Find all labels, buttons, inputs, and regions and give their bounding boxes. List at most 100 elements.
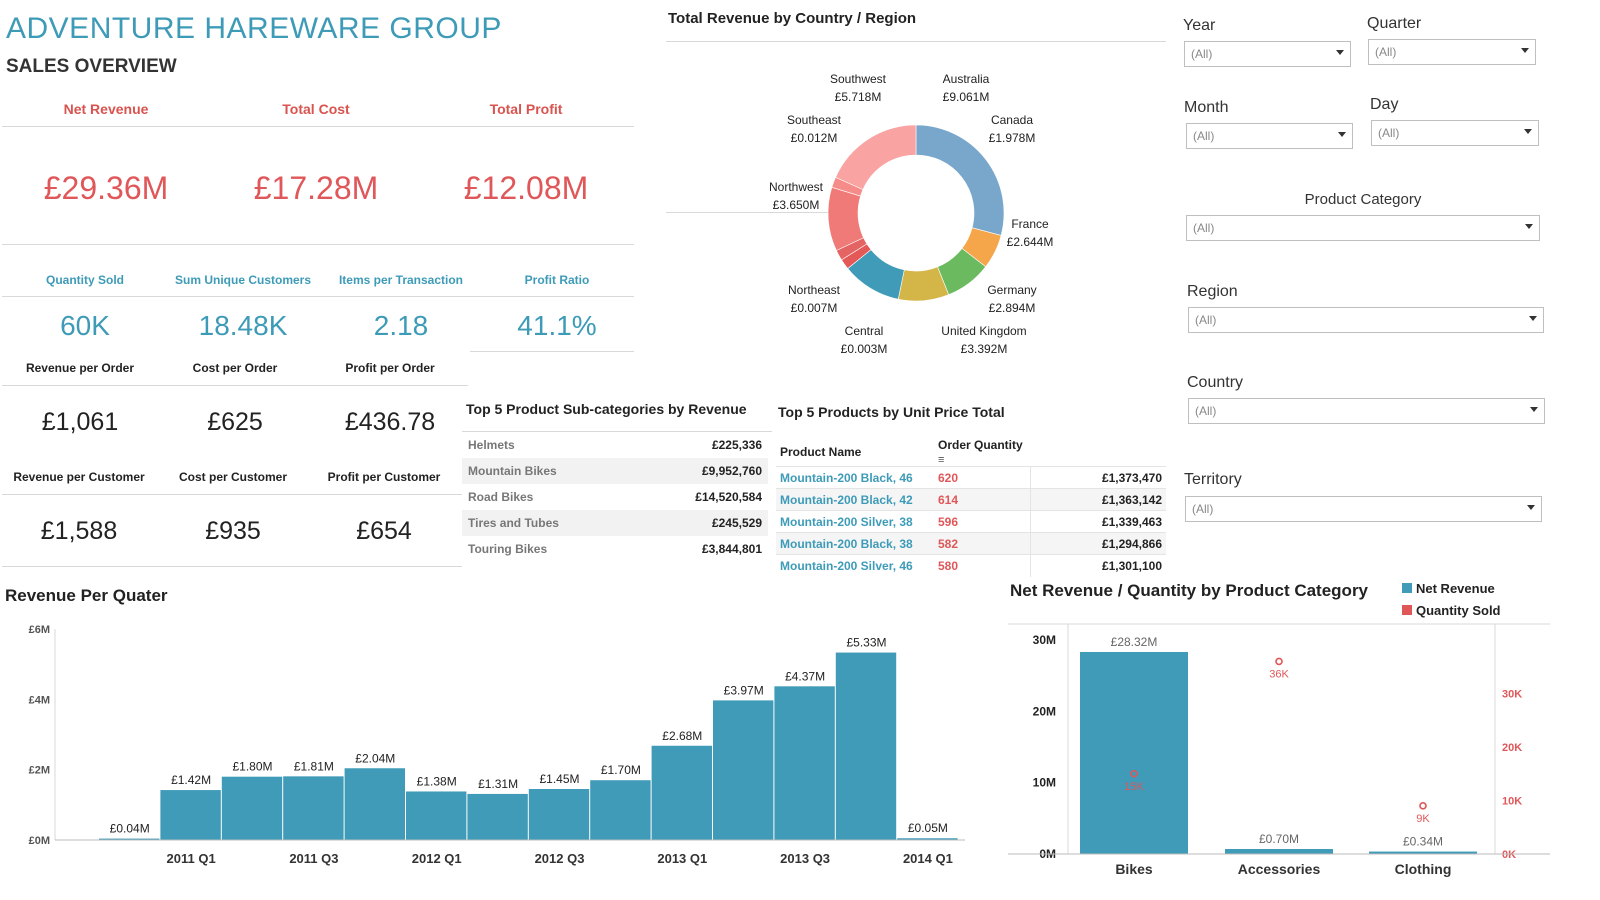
bar[interactable] — [835, 652, 897, 840]
bar[interactable] — [651, 745, 712, 840]
total-cost-value: £17.28M — [253, 170, 379, 206]
quarter-filter-label: Quarter — [1367, 15, 1422, 32]
revenue-per-order-value: £1,061 — [41, 408, 119, 436]
product-name-link[interactable]: Mountain-200 Black, 42 — [776, 488, 934, 511]
subcategory-revenue: £14,520,584 — [695, 490, 762, 504]
month-filter-select[interactable]: (All) — [1186, 123, 1353, 149]
x-tick-label: Bikes — [1115, 861, 1153, 877]
x-tick-label: 2011 Q3 — [289, 851, 338, 866]
region-filter-label: Region — [1187, 283, 1238, 300]
cost-per-customer-value: £935 — [205, 517, 261, 545]
divider — [2, 244, 634, 245]
chevron-down-icon[interactable] — [1521, 48, 1529, 53]
divider — [2, 126, 634, 127]
quantity-sold-value: 60K — [60, 310, 110, 341]
profit-per-order-value: £436.78 — [344, 408, 436, 436]
divider — [2, 385, 468, 386]
order-quantity: 582 — [934, 532, 1030, 555]
legend-swatch — [1402, 583, 1412, 593]
revenue-per-customer-label: Revenue per Customer — [13, 470, 145, 484]
country-filter-select[interactable]: (All) — [1188, 398, 1545, 424]
bar[interactable] — [774, 686, 835, 840]
chevron-down-icon[interactable] — [1524, 129, 1532, 134]
x-tick-label: 2011 Q1 — [167, 851, 216, 866]
territory-filter-label: Territory — [1184, 471, 1242, 488]
bar[interactable] — [221, 776, 283, 840]
products-table: Product Name Order Quantity ≡ Mountain-2… — [776, 438, 1166, 577]
table-row: Helmets £225,336 — [462, 432, 768, 458]
product-name-link[interactable]: Mountain-200 Black, 46 — [776, 466, 934, 489]
cost-per-order-label: Cost per Order — [192, 361, 278, 375]
y-left-tick-label: 10M — [1033, 776, 1056, 790]
region-filter-select[interactable]: (All) — [1188, 307, 1544, 333]
point[interactable] — [1419, 802, 1427, 810]
bar[interactable] — [590, 780, 651, 840]
category-chart-title: Net Revenue / Quantity by Product Catego… — [1010, 581, 1369, 600]
table-row: Tires and Tubes £245,529 — [462, 510, 768, 536]
order-quantity: 620 — [934, 466, 1030, 489]
bar[interactable] — [283, 776, 344, 840]
product-name-link[interactable]: Mountain-200 Black, 38 — [776, 532, 934, 555]
bar-data-label: £0.04M — [110, 822, 150, 836]
bar[interactable] — [467, 793, 528, 840]
bar[interactable] — [406, 791, 467, 840]
bar[interactable] — [528, 789, 590, 840]
subcategory-name: Tires and Tubes — [462, 510, 662, 536]
bar-data-label: £0.05M — [908, 821, 948, 835]
table-row: Mountain-200 Silver, 46 580 £1,301,100 — [776, 554, 1166, 577]
chevron-down-icon[interactable] — [1336, 50, 1344, 55]
bar-data-label: £2.04M — [355, 751, 395, 765]
quarter-filter-select[interactable]: (All) — [1368, 39, 1536, 65]
donut-label-northeast: Northeast £0.007M — [787, 283, 841, 315]
table-row: Mountain-200 Silver, 38 596 £1,339,463 — [776, 510, 1166, 533]
year-filter-select[interactable]: (All) — [1184, 41, 1351, 67]
x-tick-label: 2013 Q3 — [780, 851, 830, 866]
table-row: Mountain Bikes £9,952,760 — [462, 458, 768, 484]
product-category-filter-select[interactable]: (All) — [1186, 215, 1540, 241]
territory-filter-select[interactable]: (All) — [1185, 496, 1542, 522]
bar-data-label: £4.37M — [785, 669, 825, 683]
bar[interactable] — [713, 700, 774, 840]
col-header-order-quantity[interactable]: Order Quantity ≡ — [934, 438, 1030, 467]
donut-label-central: Central £0.003M — [840, 324, 888, 356]
product-category-filter-value: (All) — [1193, 221, 1215, 235]
chevron-down-icon[interactable] — [1529, 316, 1537, 321]
products-title: Top 5 Products by Unit Price Total — [778, 404, 1005, 420]
chevron-down-icon[interactable] — [1338, 132, 1346, 137]
order-quantity: 614 — [934, 488, 1030, 511]
product-name-link[interactable]: Mountain-200 Silver, 38 — [776, 510, 934, 533]
table-row: Road Bikes £14,520,584 — [462, 484, 768, 510]
chevron-down-icon[interactable] — [1530, 407, 1538, 412]
quantity-sold-label: Quantity Sold — [46, 273, 124, 287]
product-category-filter-label: Product Category — [1304, 191, 1422, 208]
day-filter-select[interactable]: (All) — [1371, 120, 1539, 146]
table-row: Mountain-200 Black, 38 582 £1,294,866 — [776, 532, 1166, 555]
bar[interactable] — [160, 790, 221, 840]
chevron-down-icon[interactable] — [1527, 505, 1535, 510]
divider — [470, 351, 634, 352]
total-profit-label: Total Profit — [489, 101, 563, 117]
day-filter-value: (All) — [1378, 126, 1400, 140]
legend-net-revenue-label: Net Revenue — [1416, 581, 1495, 596]
sort-icon[interactable]: ≡ — [938, 454, 944, 466]
bar[interactable] — [1225, 849, 1333, 854]
y-right-tick-label: 30K — [1502, 689, 1522, 701]
bar[interactable] — [1080, 651, 1188, 854]
col-header-product-name[interactable]: Product Name — [776, 438, 934, 467]
items-per-transaction-value: 2.18 — [373, 310, 429, 341]
chevron-down-icon[interactable] — [1525, 224, 1533, 229]
category-chart: 0M10M20M30M0K10K20K30K£28.32M15KBikes£0.… — [1008, 623, 1550, 877]
donut-label-australia: Australia £9.061M — [942, 72, 990, 104]
brand-title: ADVENTURE HAREWARE GROUP — [6, 12, 502, 45]
x-tick-label: Accessories — [1238, 861, 1321, 877]
bar[interactable] — [344, 768, 405, 840]
product-name-link[interactable]: Mountain-200 Silver, 46 — [776, 554, 934, 577]
revenue-per-quarter-chart: £0M £2M £4M £6M £0.04M £1.42M £1.80M £1.81M £2.0… — [29, 624, 965, 866]
table-row: Mountain-200 Black, 42 614 £1,363,142 — [776, 488, 1166, 511]
profit-ratio-value: 41.1% — [517, 310, 597, 341]
point[interactable] — [1275, 657, 1283, 666]
point-data-label: 36K — [1269, 668, 1289, 680]
x-tick-label: 2012 Q1 — [412, 851, 462, 866]
unit-price-total: £1,373,470 — [1029, 466, 1166, 489]
bar-data-label: £1.80M — [232, 760, 272, 774]
